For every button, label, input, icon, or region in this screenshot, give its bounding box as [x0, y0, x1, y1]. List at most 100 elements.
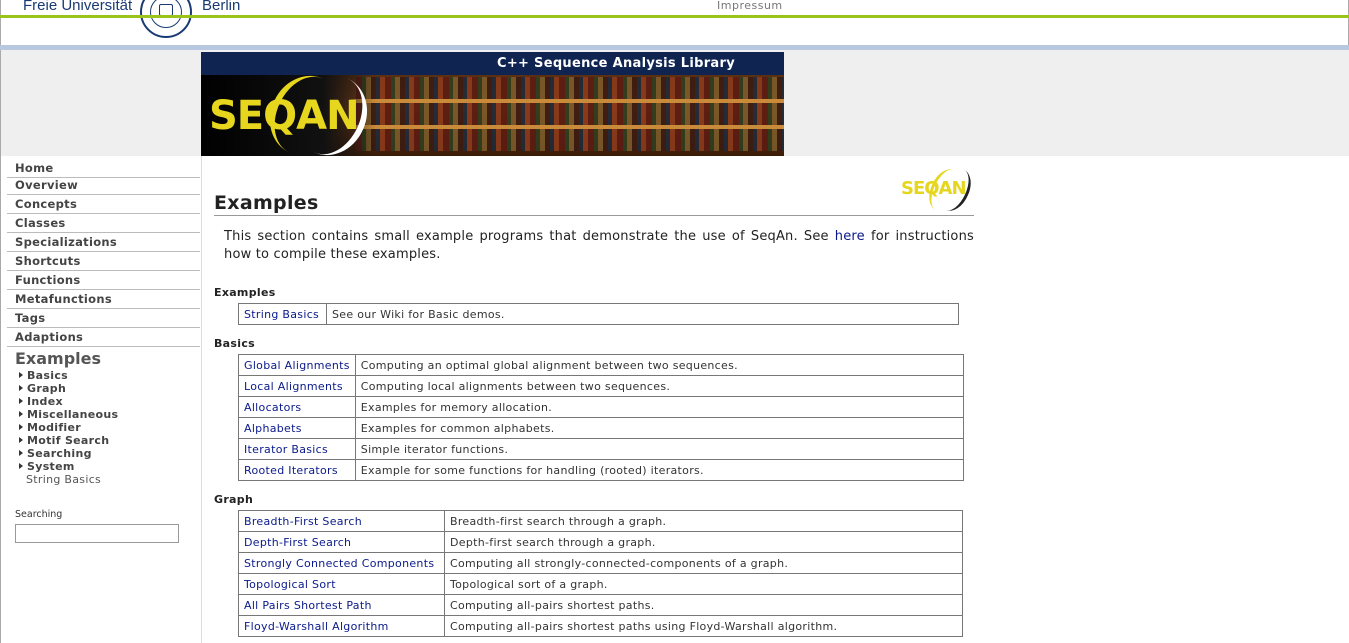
sidebar-sub-item-motif-search[interactable]: Motif Search — [19, 434, 109, 447]
example-description: Topological sort of a graph. — [444, 573, 963, 595]
example-link[interactable]: Global Alignments — [238, 354, 356, 376]
example-link[interactable]: String Basics — [238, 303, 327, 325]
section-heading-examples: Examples — [214, 286, 276, 299]
university-name-left[interactable]: Freie Universität — [23, 0, 132, 14]
example-description: Example for some functions for handling … — [354, 459, 964, 481]
triangle-right-icon — [19, 372, 23, 378]
table-row: Breadth-First Search Breadth-first search… — [238, 510, 963, 532]
library-bookshelf-image: SEQAN — [201, 64, 784, 156]
triangle-right-icon — [19, 398, 23, 404]
example-description: Simple iterator functions. — [354, 438, 964, 460]
search-input[interactable] — [15, 524, 179, 543]
example-description: Computing local alignments between two s… — [354, 375, 964, 397]
example-link[interactable]: Iterator Basics — [238, 438, 356, 460]
example-description: Examples for memory allocation. — [354, 396, 964, 418]
example-link[interactable]: Topological Sort — [238, 573, 445, 595]
table-row: Topological Sort Topological sort of a gr… — [238, 573, 963, 595]
example-description: Computing an optimal global alignment be… — [354, 354, 964, 376]
university-name-right[interactable]: Berlin — [202, 0, 240, 14]
seqan-small-logo: SEQAN — [901, 164, 977, 216]
example-link[interactable]: Breadth-First Search — [238, 510, 445, 532]
triangle-right-icon — [19, 385, 23, 391]
banner-title: C++ Sequence Analysis Library — [201, 52, 784, 75]
seqan-banner[interactable]: C++ Sequence Analysis Library SEQAN — [201, 52, 784, 156]
table-row: Strongly Connected Components Computing a… — [238, 552, 963, 574]
section-heading-basics: Basics — [214, 337, 255, 350]
triangle-right-icon — [19, 463, 23, 469]
table-row: Allocators Examples for memory allocation… — [238, 396, 964, 418]
example-description: Breadth-first search through a graph. — [444, 510, 963, 532]
triangle-right-icon — [19, 437, 23, 443]
table-row: Floyd-Warshall Algorithm Computing all-pa… — [238, 615, 963, 637]
green-divider — [0, 15, 1349, 18]
sidebar-item-metafunctions[interactable]: Metafunctions — [7, 290, 200, 309]
table-row: String Basics See our Wiki for Basic demo… — [238, 303, 959, 325]
triangle-right-icon — [19, 450, 23, 456]
example-description: Computing all strongly-connected-compone… — [444, 552, 963, 574]
sidebar-item-adaptions[interactable]: Adaptions — [7, 328, 200, 347]
sidebar-sub-item-label: Modifier — [27, 421, 81, 434]
example-link[interactable]: Local Alignments — [238, 375, 356, 397]
sidebar-item-classes[interactable]: Classes — [7, 214, 200, 233]
sidebar-item-functions[interactable]: Functions — [7, 271, 200, 290]
sidebar-sub-item-system[interactable]: System — [19, 460, 75, 473]
impressum-link[interactable]: Impressum — [717, 0, 783, 12]
title-divider — [214, 215, 974, 216]
sidebar-sub-item-label: Searching — [27, 447, 92, 460]
example-description: See our Wiki for Basic demos. — [326, 303, 959, 325]
table-row: Global Alignments Computing an optimal gl… — [238, 354, 964, 376]
sidebar-item-overview[interactable]: Overview — [7, 176, 200, 195]
sidebar: Home Overview Concepts Classes Specializatio… — [0, 156, 201, 643]
table-row: Rooted Iterators Example for some functio… — [238, 459, 964, 481]
example-link[interactable]: Rooted Iterators — [238, 459, 356, 481]
example-description: Computing all-pairs shortest paths using… — [444, 615, 963, 637]
seqan-logo-text: SEQAN — [209, 93, 360, 139]
search-label: Searching — [15, 509, 63, 520]
intro-text: This section contains small example prog… — [224, 229, 974, 262]
example-link[interactable]: Alphabets — [238, 417, 356, 439]
seqan-logo: SEQAN — [201, 64, 380, 156]
sidebar-sub-item-graph[interactable]: Graph — [19, 382, 66, 395]
examples-table-graph: Breadth-First Search Breadth-first search… — [238, 510, 963, 637]
example-link[interactable]: Floyd-Warshall Algorithm — [238, 615, 445, 637]
main-content: SEQAN Examples This section contains sma… — [201, 156, 1349, 643]
example-link[interactable]: Strongly Connected Components — [238, 552, 445, 574]
sidebar-sub-current[interactable]: String Basics — [26, 473, 101, 486]
sidebar-sub-item-searching[interactable]: Searching — [19, 447, 92, 460]
sidebar-sub-item-label: Motif Search — [27, 434, 110, 447]
sidebar-item-tags[interactable]: Tags — [7, 309, 200, 328]
sidebar-sub-item-miscellaneous[interactable]: Miscellaneous — [19, 408, 118, 421]
example-description: Computing all-pairs shortest paths. — [444, 594, 963, 616]
sidebar-sub-item-label: System — [27, 460, 75, 473]
table-row: All Pairs Shortest Path Computing all-pai… — [238, 594, 963, 616]
examples-table-basics: Global Alignments Computing an optimal gl… — [238, 354, 964, 481]
sidebar-sub-item-index[interactable]: Index — [19, 395, 63, 408]
sidebar-item-concepts[interactable]: Concepts — [7, 195, 200, 214]
university-seal-icon[interactable] — [140, 0, 192, 38]
sidebar-item-specializations[interactable]: Specializations — [7, 233, 200, 252]
section-heading-graph: Graph — [214, 493, 254, 506]
example-link[interactable]: All Pairs Shortest Path — [238, 594, 445, 616]
top-bar: Freie Universität Berlin Impressum — [0, 0, 1349, 46]
table-row: Iterator Basics Simple iterator functions… — [238, 438, 964, 460]
triangle-right-icon — [19, 411, 23, 417]
table-row: Depth-First Search Depth-first search thr… — [238, 531, 963, 553]
sidebar-sub-item-label: Basics — [27, 369, 68, 382]
example-description: Depth-first search through a graph. — [444, 531, 963, 553]
here-link[interactable]: here — [835, 229, 865, 244]
sidebar-current-section[interactable]: Examples — [15, 349, 101, 368]
sidebar-sub-item-modifier[interactable]: Modifier — [19, 421, 81, 434]
example-description: Examples for common alphabets. — [354, 417, 964, 439]
example-link[interactable]: Depth-First Search — [238, 531, 445, 553]
sidebar-item-shortcuts[interactable]: Shortcuts — [7, 252, 200, 271]
sidebar-sub-item-basics[interactable]: Basics — [19, 369, 68, 382]
sidebar-sub-item-label: Miscellaneous — [27, 408, 119, 421]
triangle-right-icon — [19, 424, 23, 430]
examples-table-examples: String Basics See our Wiki for Basic demo… — [238, 303, 959, 325]
sidebar-sub-item-label: Index — [27, 395, 63, 408]
page-title: Examples — [214, 192, 319, 214]
sidebar-sub-item-label: Graph — [27, 382, 67, 395]
table-row: Local Alignments Computing local alignmen… — [238, 375, 964, 397]
example-link[interactable]: Allocators — [238, 396, 356, 418]
table-row: Alphabets Examples for common alphabets. — [238, 417, 964, 439]
